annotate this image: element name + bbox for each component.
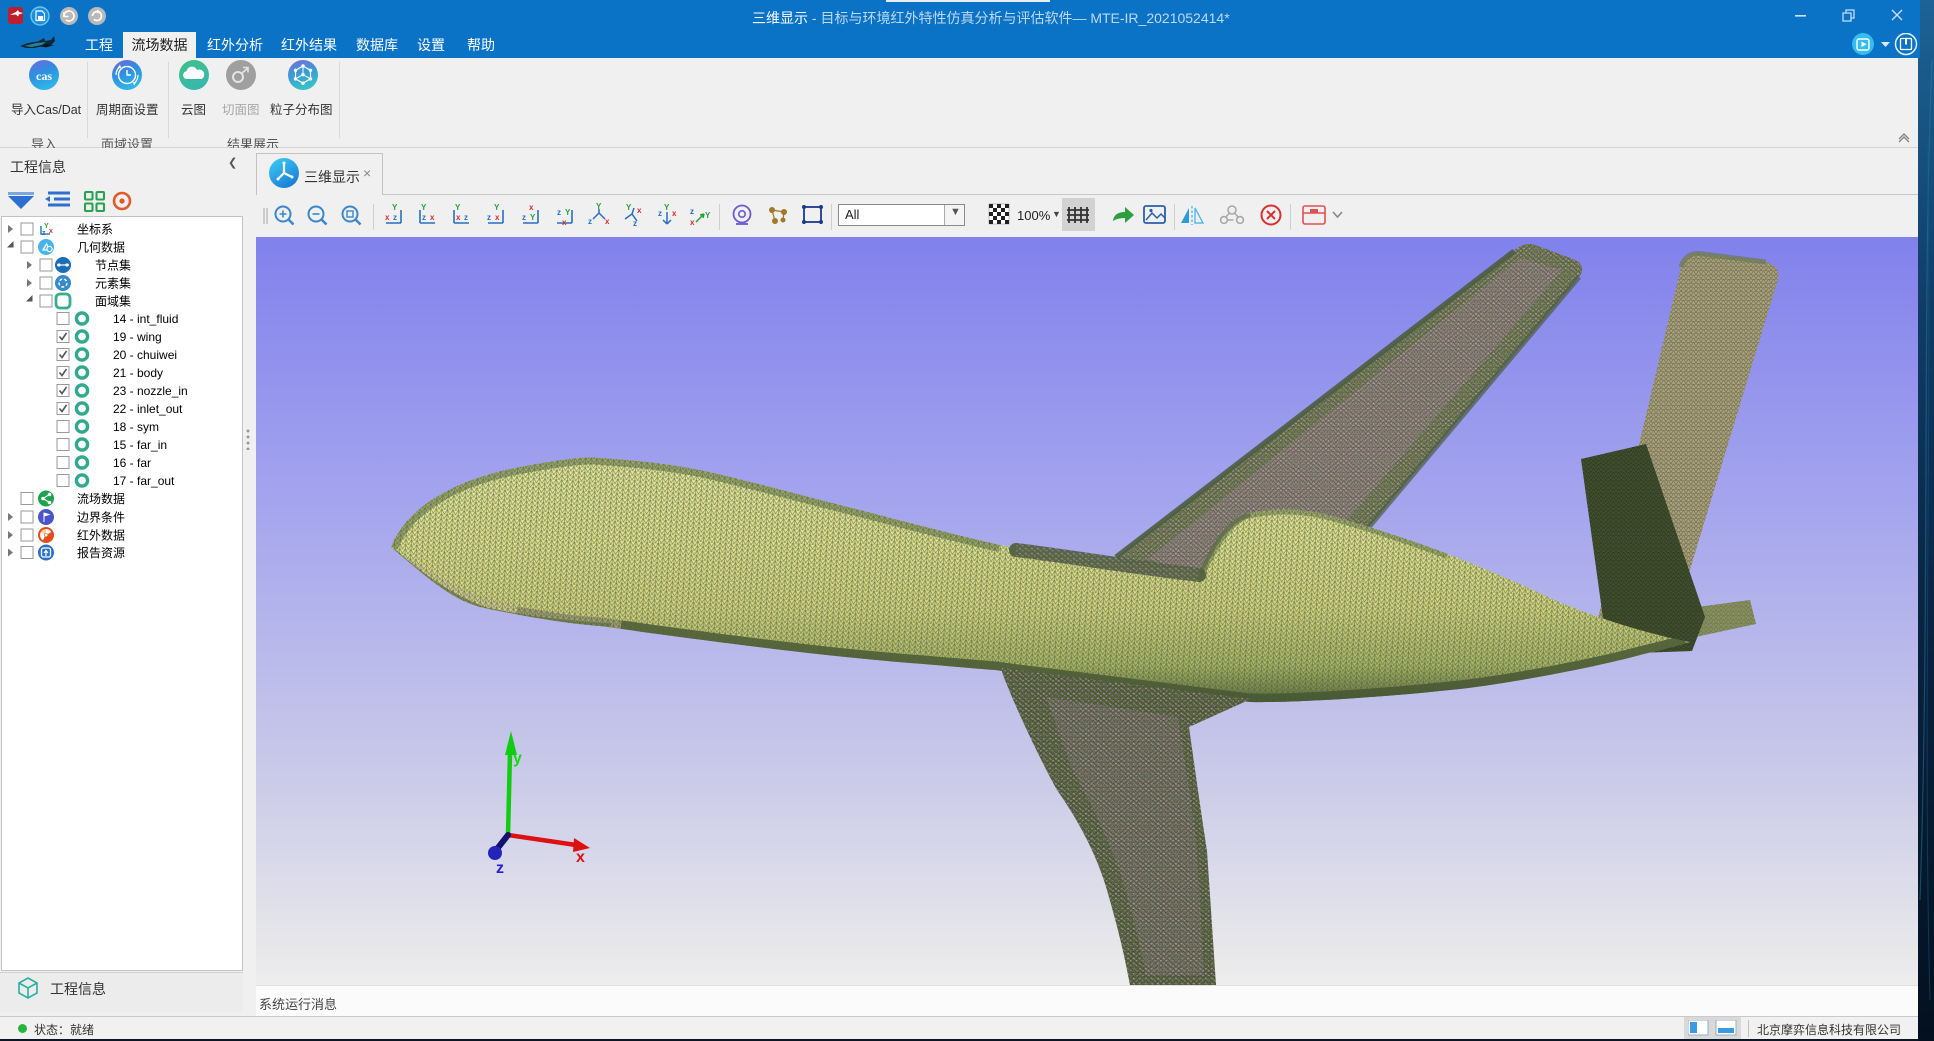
svg-text:18 - sym: 18 - sym [113, 420, 159, 434]
svg-text:几何数据: 几何数据 [77, 240, 125, 255]
svg-text:x: x [637, 206, 642, 215]
svg-text:z: z [496, 860, 504, 877]
svg-text:z: z [487, 213, 491, 222]
svg-text:19 - wing: 19 - wing [113, 330, 162, 344]
svg-text:元素集: 元素集 [95, 276, 131, 291]
svg-text:边界条件: 边界条件 [77, 511, 125, 525]
svg-text:流场数据: 流场数据 [77, 491, 125, 506]
svg-text:坐标系: 坐标系 [77, 223, 113, 237]
svg-text:y: y [513, 750, 522, 767]
svg-text:z: z [422, 213, 426, 222]
svg-text:Y: Y [494, 203, 500, 212]
svg-text:15 - far_in: 15 - far_in [113, 438, 167, 452]
svg-text:21 - body: 21 - body [113, 366, 163, 380]
svg-text:17 - far_out: 17 - far_out [113, 474, 175, 488]
svg-text:cas: cas [36, 69, 52, 83]
svg-text:面域集: 面域集 [95, 294, 131, 309]
svg-text:16 - far: 16 - far [113, 456, 151, 470]
svg-text:x: x [430, 213, 435, 222]
svg-text:Y: Y [530, 213, 536, 222]
svg-text:z: z [464, 213, 468, 222]
svg-text:工程信息: 工程信息 [50, 981, 106, 997]
svg-text:红外数据: 红外数据 [77, 528, 125, 543]
svg-text:Y: Y [664, 203, 670, 212]
svg-text:14 - int_fluid: 14 - int_fluid [113, 312, 178, 326]
svg-text:Y: Y [565, 208, 571, 217]
svg-text:z: z [393, 213, 397, 222]
svg-text:z: z [588, 217, 592, 226]
svg-text:Y: Y [455, 203, 461, 212]
svg-text:x: x [495, 213, 500, 222]
svg-text:x: x [672, 209, 677, 218]
svg-text:z: z [557, 208, 561, 217]
svg-text:z: z [42, 230, 46, 237]
svg-text:23 - nozzle_in: 23 - nozzle_in [113, 384, 188, 398]
svg-text:x: x [562, 218, 567, 227]
svg-text:Y: Y [421, 203, 427, 212]
svg-text:x: x [690, 218, 695, 227]
svg-text:x: x [529, 203, 534, 212]
svg-text:z: z [522, 213, 526, 222]
svg-text:Y: Y [596, 202, 602, 211]
svg-text:Y: Y [705, 211, 711, 220]
svg-text:22 - inlet_out: 22 - inlet_out [113, 402, 183, 416]
svg-text:节点集: 节点集 [95, 258, 131, 273]
svg-text:z: z [658, 209, 662, 218]
svg-text:z: z [633, 219, 637, 228]
svg-text:x: x [605, 217, 610, 226]
svg-text:Y: Y [626, 203, 632, 212]
svg-text:x: x [49, 228, 53, 235]
svg-text:x: x [576, 849, 585, 866]
svg-text:x: x [456, 213, 461, 222]
svg-text:z: z [690, 207, 694, 216]
svg-text:x: x [385, 213, 390, 222]
svg-text:20 - chuiwei: 20 - chuiwei [113, 348, 177, 362]
svg-text:报告资源: 报告资源 [77, 545, 125, 560]
svg-text:Y: Y [392, 203, 398, 212]
